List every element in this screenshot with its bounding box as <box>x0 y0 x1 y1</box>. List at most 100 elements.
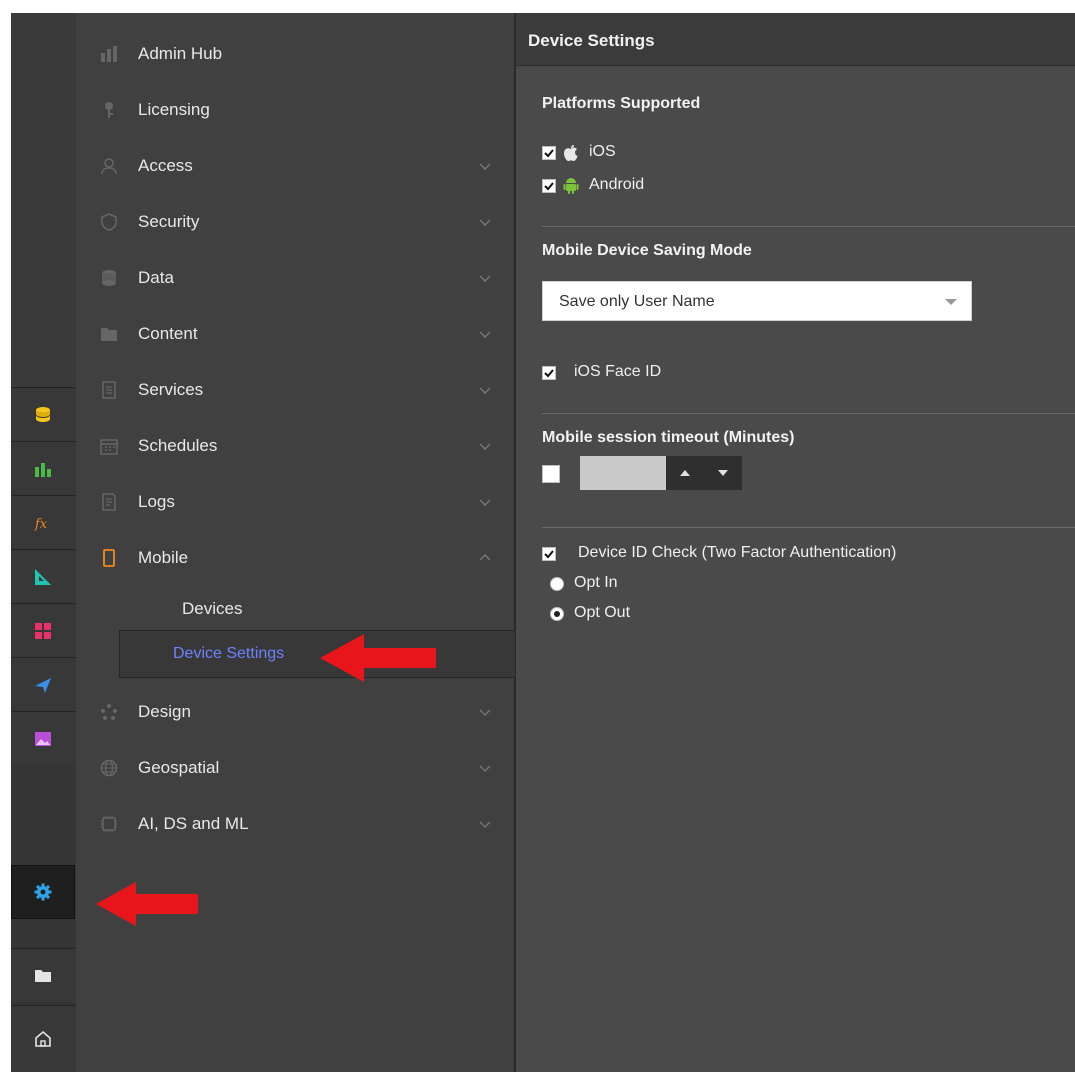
nav-item-logs[interactable]: Logs <box>76 474 514 530</box>
section-divider <box>542 226 1075 227</box>
nav-item-services[interactable]: Services <box>76 362 514 418</box>
nav-item-mobile[interactable]: Mobile <box>76 530 514 586</box>
chevron-down-icon[interactable] <box>478 817 492 831</box>
nav-item-content[interactable]: Content <box>76 306 514 362</box>
rail-data-button[interactable] <box>11 387 75 441</box>
chevron-down-icon <box>945 299 957 305</box>
nav-sub-item-devices[interactable]: Devices <box>182 599 242 619</box>
svg-text:fx: fx <box>34 517 48 532</box>
apple-icon <box>564 145 578 161</box>
saving-mode-select[interactable]: Save only User Name <box>542 281 972 321</box>
ios-label: iOS <box>589 143 616 160</box>
rail-media-button[interactable] <box>11 711 75 765</box>
nav-item-label: Data <box>138 268 174 287</box>
rail-reports-button[interactable] <box>11 441 75 495</box>
rail-home-button[interactable] <box>11 1005 75 1072</box>
ruler-icon <box>35 568 51 585</box>
caret-down-icon <box>718 470 728 476</box>
android-icon <box>563 178 579 194</box>
session-timeout-stepper <box>580 456 742 490</box>
check-icon <box>544 182 554 191</box>
nav-item-ai-ds-ml[interactable]: AI, DS and ML <box>76 796 514 852</box>
android-label: Android <box>589 176 645 193</box>
rail-publish-button[interactable] <box>11 657 75 711</box>
chevron-down-icon[interactable] <box>478 495 492 509</box>
nav-item-label: Admin Hub <box>138 44 223 63</box>
chevron-down-icon[interactable] <box>478 705 492 719</box>
stepper-up-button[interactable] <box>666 456 705 490</box>
rail-files-button[interactable] <box>11 948 75 1002</box>
nav-item-label: Geospatial <box>138 758 220 777</box>
android-checkbox[interactable] <box>542 179 556 193</box>
chevron-down-icon[interactable] <box>478 159 492 173</box>
opt-out-radio[interactable] <box>550 607 564 621</box>
rail-formula-button[interactable]: fx <box>11 495 75 549</box>
document-icon <box>100 381 118 399</box>
chevron-down-icon[interactable] <box>478 383 492 397</box>
check-icon <box>544 149 554 158</box>
grid-icon <box>35 622 51 639</box>
session-timeout-input[interactable] <box>580 456 666 490</box>
nav-item-security[interactable]: Security <box>76 194 514 250</box>
send-icon <box>35 677 51 693</box>
key-icon <box>100 101 118 119</box>
nav-item-label: Licensing <box>138 100 210 119</box>
database-icon <box>100 269 118 287</box>
nav-item-label: Schedules <box>138 436 218 455</box>
nav-item-admin-hub[interactable]: Admin Hub <box>76 26 514 82</box>
log-icon <box>100 493 118 511</box>
face-id-label: iOS Face ID <box>574 363 662 380</box>
database-icon <box>36 406 50 422</box>
nav-item-label: Mobile <box>138 548 189 567</box>
device-id-check-label: Device ID Check (Two Factor Authenticati… <box>578 544 897 561</box>
ios-checkbox[interactable] <box>542 146 556 160</box>
nav-item-schedules[interactable]: Schedules <box>76 418 514 474</box>
device-id-check-checkbox[interactable] <box>542 547 556 561</box>
nav-item-data[interactable]: Data <box>76 250 514 306</box>
rail-settings-button[interactable] <box>11 865 75 919</box>
nav-item-licensing[interactable]: Licensing <box>76 82 514 138</box>
face-id-checkbox[interactable] <box>542 366 556 380</box>
opt-in-label: Opt In <box>574 574 618 591</box>
stepper-down-button[interactable] <box>704 456 742 490</box>
nav-item-label: AI, DS and ML <box>138 814 249 833</box>
gear-icon <box>34 883 52 901</box>
session-timeout-checkbox[interactable] <box>542 465 560 483</box>
annotation-arrow <box>320 634 436 682</box>
nav-item-label: Security <box>138 212 200 231</box>
palette-icon <box>100 703 118 721</box>
saving-mode-value: Save only User Name <box>559 293 715 310</box>
rail-dashboard-button[interactable] <box>11 603 75 657</box>
nav-item-label: Services <box>138 380 204 399</box>
formula-icon: fx <box>34 517 48 532</box>
nav-item-label: Access <box>138 156 193 175</box>
chevron-down-icon[interactable] <box>478 761 492 775</box>
nav-item-label: Design <box>138 702 191 721</box>
chevron-down-icon[interactable] <box>478 439 492 453</box>
rail-top-spacer <box>11 13 76 387</box>
chevron-down-icon[interactable] <box>478 271 492 285</box>
user-icon <box>100 157 118 175</box>
section-divider <box>542 413 1075 414</box>
radio-selected-dot <box>554 611 560 617</box>
nav-item-geospatial[interactable]: Geospatial <box>76 740 514 796</box>
nav-item-label: Logs <box>138 492 175 511</box>
panel-title: Device Settings <box>528 31 655 50</box>
rail-design-button[interactable] <box>11 549 75 603</box>
chevron-up-icon[interactable] <box>478 551 492 565</box>
check-icon <box>544 369 554 378</box>
nav-item-design[interactable]: Design <box>76 684 514 740</box>
folder-icon <box>100 325 118 343</box>
nav-item-access[interactable]: Access <box>76 138 514 194</box>
check-icon <box>544 550 554 559</box>
home-icon <box>35 1030 51 1047</box>
chevron-down-icon[interactable] <box>478 215 492 229</box>
opt-in-radio[interactable] <box>550 577 564 591</box>
device-settings-panel: Device Settings Platforms Supported iOS … <box>516 13 1075 1072</box>
panel-header: Device Settings <box>516 13 1075 66</box>
annotation-arrow <box>96 882 198 926</box>
chevron-down-icon[interactable] <box>478 327 492 341</box>
section-divider <box>542 527 1075 528</box>
nav-sub-item-device-settings[interactable]: Device Settings <box>119 630 515 678</box>
bar-chart-icon <box>100 45 118 63</box>
